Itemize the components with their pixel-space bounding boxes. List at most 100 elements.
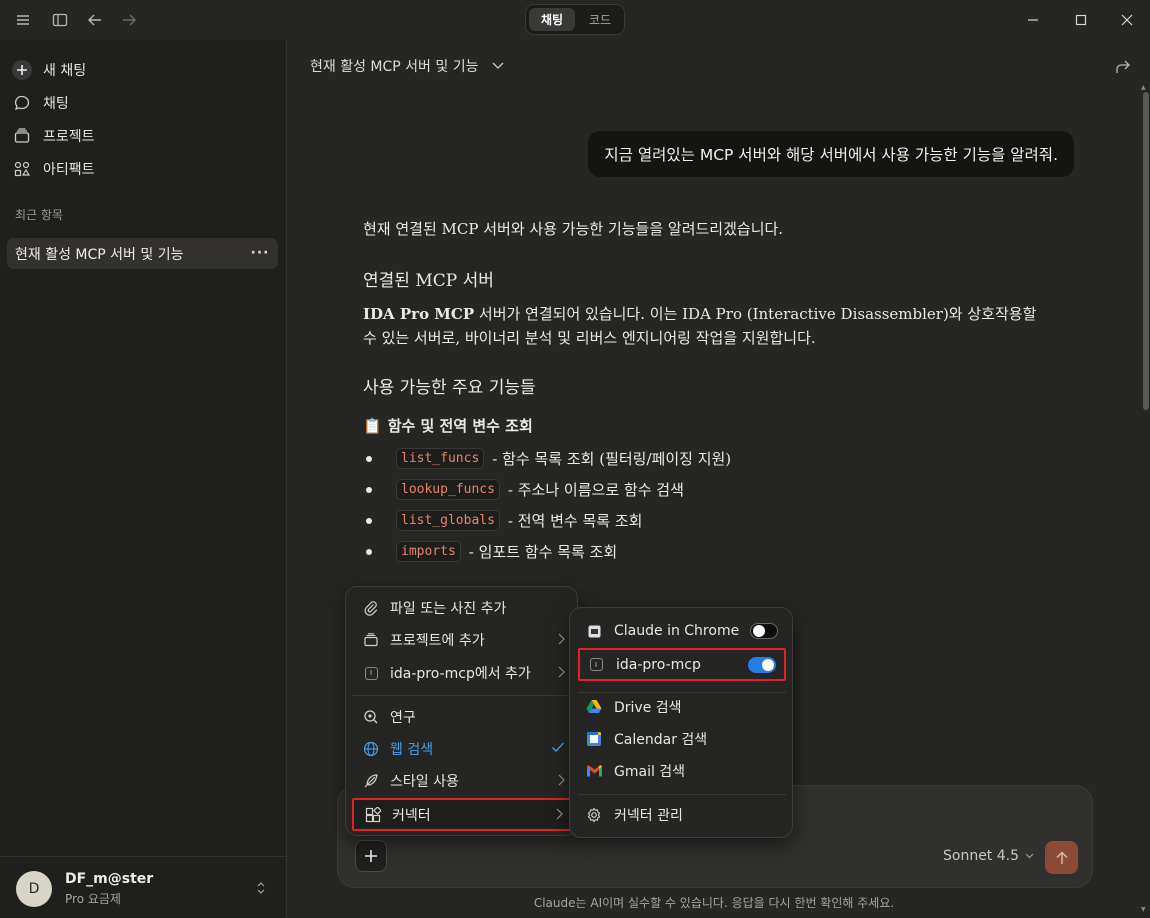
menu-item-label: ida-pro-mcp에서 추가	[390, 666, 531, 682]
clipboard-icon: 📋	[363, 416, 382, 435]
connectors-submenu: Claude in Chrome I ida-pro-mcp Drive 검색 …	[569, 607, 793, 838]
connector-label: 커넥터 관리	[614, 808, 683, 824]
menu-item-label: 웹 검색	[390, 742, 434, 758]
menu-item-style[interactable]: 스타일 사용	[352, 766, 573, 796]
minimize-icon[interactable]	[1023, 10, 1043, 30]
bullet-dot	[366, 517, 372, 524]
server-name: IDA Pro MCP	[363, 305, 475, 323]
recent-chat-item[interactable]: 현재 활성 MCP 서버 및 기능 ···	[7, 238, 278, 269]
conversation-title-text: 현재 활성 MCP 서버 및 기능	[310, 59, 479, 75]
connector-calendar-search[interactable]: Calendar 검색	[578, 724, 786, 754]
recent-section-label: 최근 항목	[15, 208, 63, 222]
heading-functions: 📋 함수 및 전역 변수 조회	[363, 415, 1053, 436]
conversation-title[interactable]: 현재 활성 MCP 서버 및 기능	[310, 56, 504, 76]
list-item: list_globals - 전역 변수 목록 조회	[366, 510, 642, 531]
sidebar-item-chats[interactable]: 채팅	[11, 88, 271, 118]
artifact-icon	[11, 158, 33, 180]
chevron-right-icon	[556, 808, 563, 820]
heading-functions-text: 함수 및 전역 변수 조회	[387, 417, 533, 435]
scroll-down-arrow[interactable]: ▼	[1141, 906, 1146, 913]
toggle-claude-in-chrome[interactable]	[750, 623, 778, 639]
chevron-right-icon	[558, 666, 565, 678]
recent-chat-title: 현재 활성 MCP 서버 및 기능	[15, 246, 184, 263]
sidebar-item-new-chat[interactable]: 새 채팅	[11, 55, 271, 85]
send-button[interactable]	[1045, 841, 1078, 874]
maximize-icon[interactable]	[1071, 10, 1091, 30]
code-inline: lookup_funcs	[396, 479, 500, 500]
chevron-down-icon	[492, 62, 504, 70]
disclaimer: Claude는 AI이며 실수할 수 있습니다. 응답을 다시 한번 확인해 주…	[533, 896, 895, 910]
menu-item-add-to-project[interactable]: 프로젝트에 추가	[352, 625, 573, 655]
menu-item-web-search[interactable]: 웹 검색	[352, 734, 573, 764]
tab-chat[interactable]: 채팅	[529, 8, 575, 31]
connector-blocks-icon	[364, 806, 382, 824]
list-item-desc: - 임포트 함수 목록 조회	[468, 543, 618, 561]
menu-item-label: 프로젝트에 추가	[390, 633, 485, 649]
server-desc-line2: 수 있는 서버로, 바이너리 분석 및 리버스 엔지니어링 작업을 지원합니다.	[363, 329, 816, 347]
user-name: DF_m@ster	[65, 871, 154, 887]
server-desc-line1: 서버가 연결되어 있습니다. 이는 IDA Pro (Interactive D…	[474, 305, 1037, 323]
arrow-up-icon	[1055, 850, 1068, 864]
sidebar-toggle-icon[interactable]	[50, 10, 70, 30]
menu-divider	[578, 794, 786, 795]
close-icon[interactable]	[1117, 10, 1137, 30]
sidebar-item-label: 새 채팅	[43, 63, 87, 79]
sidebar-item-artifacts[interactable]: 아티팩트	[11, 154, 271, 184]
sidebar-item-label: 채팅	[43, 96, 69, 112]
menu-icon[interactable]	[13, 10, 33, 30]
connector-label: Drive 검색	[614, 700, 682, 716]
research-icon	[362, 708, 380, 726]
model-name: Sonnet 4.5	[943, 848, 1020, 864]
user-message: 지금 열려있는 MCP 서버와 해당 서버에서 사용 가능한 기능을 알려줘.	[588, 131, 1074, 177]
heading-servers: 연결된 MCP 서버	[363, 271, 494, 291]
toggle-ida-pro-mcp[interactable]	[748, 657, 776, 673]
menu-item-add-file[interactable]: 파일 또는 사진 추가	[352, 593, 573, 623]
scrollbar-thumb[interactable]	[1143, 92, 1149, 410]
sidebar-item-label: 아티팩트	[43, 162, 95, 178]
menu-item-label: 파일 또는 사진 추가	[390, 601, 507, 617]
code-inline: list_globals	[396, 510, 500, 531]
tab-code[interactable]: 코드	[578, 8, 622, 31]
chevron-right-icon	[558, 774, 565, 786]
folder-stack-icon	[11, 125, 33, 147]
forward-arrow-icon[interactable]	[119, 10, 139, 30]
model-selector[interactable]: Sonnet 4.5	[943, 848, 1034, 864]
bullet-dot	[366, 548, 372, 555]
connector-gmail-search[interactable]: Gmail 검색	[578, 756, 786, 786]
share-icon[interactable]	[1114, 58, 1132, 76]
connector-label: Calendar 검색	[614, 732, 708, 748]
more-options-icon[interactable]: ···	[250, 243, 270, 263]
add-attachment-button[interactable]	[355, 840, 387, 872]
sidebar-item-projects[interactable]: 프로젝트	[11, 121, 271, 151]
connector-drive-search[interactable]: Drive 검색	[578, 692, 786, 722]
menu-item-connectors[interactable]: 커넥터	[352, 798, 573, 831]
menu-item-research[interactable]: 연구	[352, 702, 573, 732]
code-inline: list_funcs	[396, 448, 485, 469]
back-arrow-icon[interactable]	[85, 10, 105, 30]
code-inline: imports	[396, 541, 461, 562]
title-bar: 채팅 코드	[0, 0, 1150, 40]
manage-connectors[interactable]: 커넥터 관리	[578, 800, 786, 830]
gmail-icon	[586, 763, 602, 779]
response-intro: 현재 연결된 MCP 서버와 사용 가능한 기능들을 알려드리겠습니다.	[363, 220, 784, 238]
menu-item-label: 커넥터	[392, 807, 431, 824]
avatar: D	[16, 871, 52, 907]
gear-icon	[586, 807, 602, 823]
menu-divider	[352, 695, 573, 696]
sidebar: 새 채팅 채팅 프로젝트 아티팩트 최근 항목 현재 활성 MCP 서버 및 기…	[0, 40, 287, 918]
connector-label: ida-pro-mcp	[616, 656, 701, 673]
connector-label: Gmail 검색	[614, 764, 686, 780]
list-item-desc: - 주소나 이름으로 함수 검색	[507, 481, 684, 499]
chevron-updown-icon[interactable]	[255, 881, 267, 895]
chevron-down-icon	[1025, 853, 1034, 859]
heading-features: 사용 가능한 주요 기능들	[363, 378, 536, 398]
bullet-dot	[366, 455, 372, 462]
scroll-up-arrow[interactable]: ▲	[1141, 84, 1146, 91]
list-item-desc: - 전역 변수 목록 조회	[507, 512, 643, 530]
connector-ida-pro-mcp[interactable]: I ida-pro-mcp	[578, 648, 786, 681]
menu-item-add-from-ida[interactable]: I ida-pro-mcp에서 추가	[352, 658, 573, 688]
list-item: imports - 임포트 함수 목록 조회	[366, 541, 617, 562]
connector-claude-in-chrome[interactable]: Claude in Chrome	[578, 616, 786, 646]
user-profile[interactable]: D DF_m@ster Pro 요금제	[0, 856, 287, 918]
mode-switch: 채팅 코드	[525, 4, 625, 35]
